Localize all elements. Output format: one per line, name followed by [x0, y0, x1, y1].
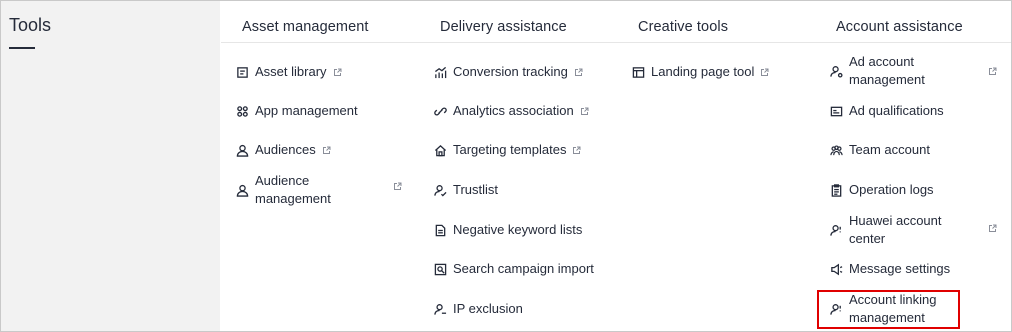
menu-item-label: Team account	[849, 142, 930, 157]
menu-item-label: Targeting templates	[453, 142, 567, 157]
user-exclude-icon	[433, 302, 447, 316]
menu-item-label: Asset library	[255, 64, 327, 79]
external-link-icon	[572, 146, 581, 155]
header-divider	[221, 42, 1011, 43]
menu-item-ad-account-management[interactable]: Ad account management	[829, 53, 997, 89]
user-icon	[235, 143, 249, 157]
menu-item-operation-logs[interactable]: Operation logs	[829, 181, 934, 199]
column-header-asset-management: Asset management	[242, 19, 369, 35]
menu-item-label: Ad qualifications	[849, 103, 944, 118]
menu-item-label: IP exclusion	[453, 301, 523, 316]
menu-item-label: Message settings	[849, 261, 951, 276]
clipboard-icon	[829, 183, 843, 197]
menu-item-audiences[interactable]: Audiences	[235, 141, 331, 159]
window-icon	[631, 65, 645, 79]
title-underline	[9, 47, 35, 49]
highlight-box	[817, 290, 960, 329]
column-header-delivery-assistance: Delivery assistance	[440, 19, 567, 35]
menu-item-team-account[interactable]: Team account	[829, 141, 930, 159]
user-link-icon	[829, 223, 843, 237]
user-gear-icon	[829, 64, 843, 78]
left-panel: Tools	[1, 1, 220, 331]
menu-item-landing-page-tool[interactable]: Landing page tool	[631, 63, 769, 81]
document-icon	[235, 65, 249, 79]
external-link-icon	[760, 68, 769, 77]
external-link-icon	[988, 224, 997, 233]
tools-panel: Tools Asset management Delivery assistan…	[0, 0, 1012, 332]
menu-item-label: Search campaign import	[453, 261, 594, 276]
menu-item-audience-management[interactable]: Audience management	[235, 172, 402, 208]
team-icon	[829, 143, 843, 157]
menu-item-label: Landing page tool	[651, 64, 755, 79]
chart-icon	[433, 65, 447, 79]
external-link-icon	[393, 182, 402, 191]
external-link-icon	[333, 68, 342, 77]
menu-item-label: Conversion tracking	[453, 64, 568, 79]
menu-item-trustlist[interactable]: Trustlist	[433, 181, 498, 199]
page-title: Tools	[9, 15, 52, 35]
menu-item-negative-keyword-lists[interactable]: Negative keyword lists	[433, 221, 582, 239]
menu-item-label: Analytics association	[453, 103, 574, 118]
menu-item-label: Ad account management	[849, 54, 925, 87]
menu-item-huawei-account-center[interactable]: Huawei account center	[829, 212, 997, 248]
speaker-icon	[829, 262, 843, 276]
menu-item-ip-exclusion[interactable]: IP exclusion	[433, 300, 523, 318]
external-link-icon	[580, 107, 589, 116]
link-icon	[433, 104, 447, 118]
external-link-icon	[988, 67, 997, 76]
menu-item-label: App management	[255, 103, 358, 118]
menu-item-asset-library[interactable]: Asset library	[235, 63, 342, 81]
menu-item-analytics-association[interactable]: Analytics association	[433, 102, 589, 120]
menu-item-targeting-templates[interactable]: Targeting templates	[433, 141, 581, 159]
home-icon	[433, 143, 447, 157]
menu-item-label: Negative keyword lists	[453, 222, 583, 237]
menu-item-app-management[interactable]: App management	[235, 102, 358, 120]
user-icon	[235, 183, 249, 197]
menu-item-label: Operation logs	[849, 182, 934, 197]
external-link-icon	[322, 146, 331, 155]
menu-item-label: Audiences	[255, 142, 316, 157]
menu-item-label: Audience management	[255, 173, 331, 206]
menu-item-message-settings[interactable]: Message settings	[829, 260, 950, 278]
menu-item-label: Trustlist	[453, 182, 499, 197]
file-list-icon	[433, 223, 447, 237]
apps-grid-icon	[235, 104, 249, 118]
menu-item-ad-qualifications[interactable]: Ad qualifications	[829, 102, 944, 120]
menu-item-search-campaign-import[interactable]: Search campaign import	[433, 260, 594, 278]
external-link-icon	[574, 68, 583, 77]
search-doc-icon	[433, 262, 447, 276]
column-header-account-assistance: Account assistance	[836, 19, 963, 35]
user-check-icon	[433, 183, 447, 197]
menu-item-conversion-tracking[interactable]: Conversion tracking	[433, 63, 583, 81]
column-header-creative-tools: Creative tools	[638, 19, 729, 35]
tools-content: Asset management Delivery assistance Cre…	[221, 1, 1011, 331]
menu-item-label: Huawei account center	[849, 213, 942, 246]
id-card-icon	[829, 104, 843, 118]
